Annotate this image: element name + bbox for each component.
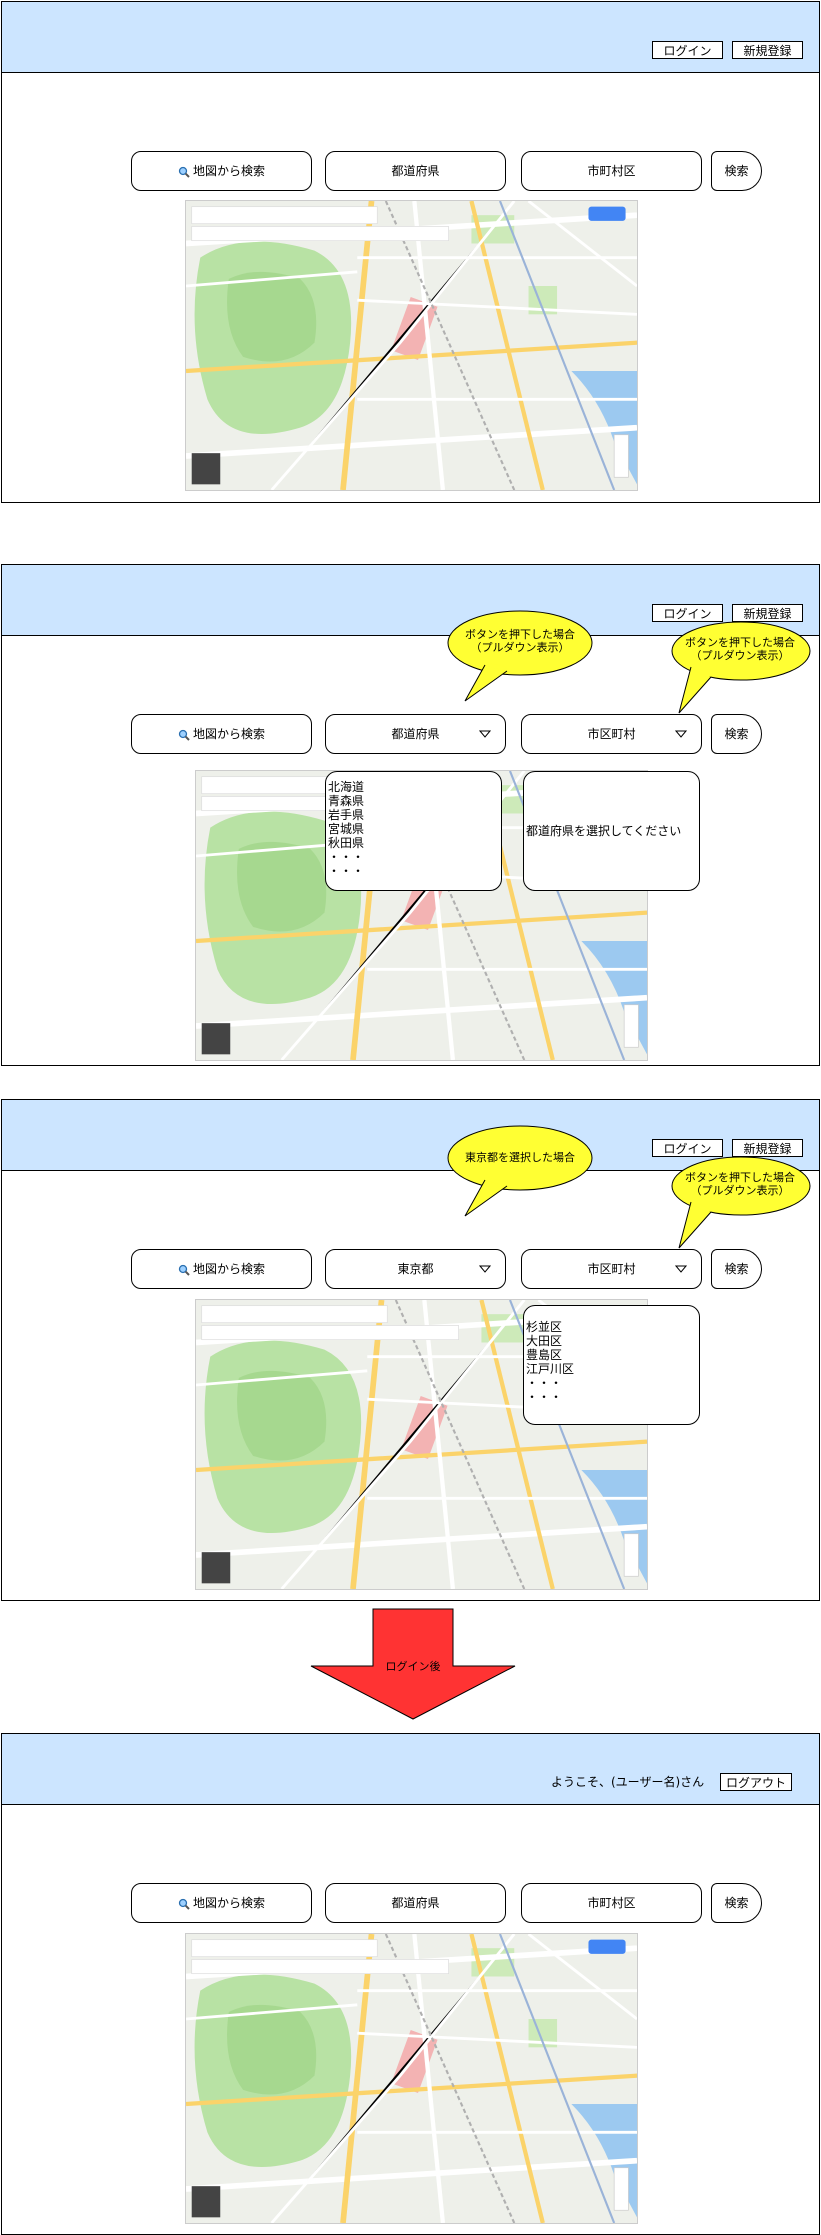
map-search-label: 地図から検索	[192, 727, 265, 741]
callout-text: ボタンを押下した場合 （プルダウン表示）	[685, 636, 795, 662]
city-dropdown-list: 杉並区 大田区 豊島区 江戸川区 ・・・ ・・・	[523, 1305, 700, 1425]
list-item[interactable]: 豊島区	[526, 1348, 697, 1362]
chevron-down-icon[interactable]	[479, 730, 491, 738]
prefecture-select[interactable]: 都道府県	[325, 714, 506, 754]
city-select[interactable]: 市町村区	[521, 151, 702, 191]
register-button[interactable]: 新規登録	[732, 41, 803, 59]
city-label: 市区町村	[587, 727, 636, 741]
prefecture-label: 都道府県	[391, 727, 440, 741]
search-button[interactable]: 検索	[711, 151, 762, 191]
city-prompt: 都道府県を選択してください	[526, 824, 682, 838]
magnifier-icon	[178, 1898, 190, 1910]
chevron-down-icon[interactable]	[479, 1265, 491, 1273]
map-search-label: 地図から検索	[192, 1896, 265, 1910]
search-button[interactable]: 検索	[711, 1249, 762, 1289]
map-search-button[interactable]: 地図から検索	[131, 1249, 312, 1289]
magnifier-icon	[178, 729, 190, 741]
register-button[interactable]: 新規登録	[732, 604, 803, 622]
login-button[interactable]: ログイン	[652, 41, 723, 59]
map-search-button[interactable]: 地図から検索	[131, 714, 312, 754]
map-search-button[interactable]: 地図から検索	[131, 1883, 312, 1923]
list-item: ・・・	[526, 1376, 563, 1390]
list-item: ・・・	[328, 864, 365, 878]
map-image	[186, 1934, 637, 2223]
prefecture-dropdown-list: 北海道 青森県 岩手県 宮城県 秋田県 ・・・ ・・・	[325, 771, 502, 891]
screen-prefecture-dropdown: ログイン 新規登録 地図から検索 都道府県 市区町村 検索 北海道 青森県 岩手…	[1, 564, 820, 1066]
map-search-button[interactable]: 地図から検索	[131, 151, 312, 191]
city-select[interactable]: 市区町村	[521, 714, 702, 754]
search-button[interactable]: 検索	[711, 714, 762, 754]
magnifier-icon	[178, 166, 190, 178]
search-button[interactable]: 検索	[711, 1883, 762, 1923]
chevron-down-icon[interactable]	[675, 1265, 687, 1273]
city-select[interactable]: 市町村区	[521, 1883, 702, 1923]
list-item[interactable]: 青森県	[328, 794, 499, 808]
prefecture-select[interactable]: 東京都	[325, 1249, 506, 1289]
selected-prefecture: 東京都	[397, 1262, 434, 1276]
map-view[interactable]	[185, 200, 638, 491]
callout-text: 東京都を選択した場合	[465, 1151, 575, 1164]
callout-bubble: ボタンを押下した場合 （プルダウン表示）	[669, 1156, 811, 1251]
callout-bubble: 東京都を選択した場合	[445, 1124, 595, 1219]
page-header: ログイン 新規登録	[2, 2, 819, 73]
list-item[interactable]: 杉並区	[526, 1320, 697, 1334]
map-image	[186, 201, 637, 490]
list-item[interactable]: 岩手県	[328, 808, 499, 822]
prefecture-select[interactable]: 都道府県	[325, 151, 506, 191]
city-label: 市区町村	[587, 1262, 636, 1276]
login-button[interactable]: ログイン	[652, 1139, 723, 1157]
chevron-down-icon[interactable]	[675, 730, 687, 738]
list-item[interactable]: 秋田県	[328, 836, 499, 850]
screen-home: ログイン 新規登録 地図から検索 都道府県 市町村区 検索	[1, 1, 820, 503]
list-item[interactable]: 北海道	[328, 780, 499, 794]
city-label: 市町村区	[587, 1896, 636, 1910]
login-button[interactable]: ログイン	[652, 604, 723, 622]
prefecture-select[interactable]: 都道府県	[325, 1883, 506, 1923]
map-search-label: 地図から検索	[192, 1262, 265, 1276]
screen-logged-in: ようこそ、(ユーザー名)さん ログアウト 地図から検索 都道府県 市町村区 検索	[1, 1733, 820, 2235]
welcome-text: ようこそ、(ユーザー名)さん	[551, 1775, 705, 1789]
prefecture-label: 都道府県	[391, 164, 440, 178]
city-select[interactable]: 市区町村	[521, 1249, 702, 1289]
list-item[interactable]: 江戸川区	[526, 1362, 697, 1376]
city-label: 市町村区	[587, 164, 636, 178]
list-item: ・・・	[328, 850, 365, 864]
screen-tokyo-selected: ログイン 新規登録 地図から検索 東京都 市区町村 検索 杉並区 大田区 豊島区…	[1, 1099, 820, 1601]
after-login-label: ログイン後	[385, 1660, 441, 1673]
callout-text: ボタンを押下した場合 （プルダウン表示）	[685, 1171, 795, 1197]
list-item[interactable]: 大田区	[526, 1334, 697, 1348]
map-search-label: 地図から検索	[192, 164, 265, 178]
register-button[interactable]: 新規登録	[732, 1139, 803, 1157]
callout-text: ボタンを押下した場合 （プルダウン表示）	[465, 628, 575, 654]
logout-button[interactable]: ログアウト	[720, 1773, 792, 1791]
magnifier-icon	[178, 1264, 190, 1276]
city-dropdown-list: 都道府県を選択してください	[523, 771, 700, 891]
map-view[interactable]	[185, 1933, 638, 2224]
page-header: ようこそ、(ユーザー名)さん ログアウト	[2, 1734, 819, 1805]
list-item: ・・・	[526, 1390, 563, 1404]
flow-arrow: ログイン後	[310, 1608, 516, 1720]
callout-bubble: ボタンを押下した場合 （プルダウン表示）	[669, 621, 811, 716]
list-item[interactable]: 宮城県	[328, 822, 499, 836]
callout-bubble: ボタンを押下した場合 （プルダウン表示）	[445, 609, 595, 704]
prefecture-label: 都道府県	[391, 1896, 440, 1910]
